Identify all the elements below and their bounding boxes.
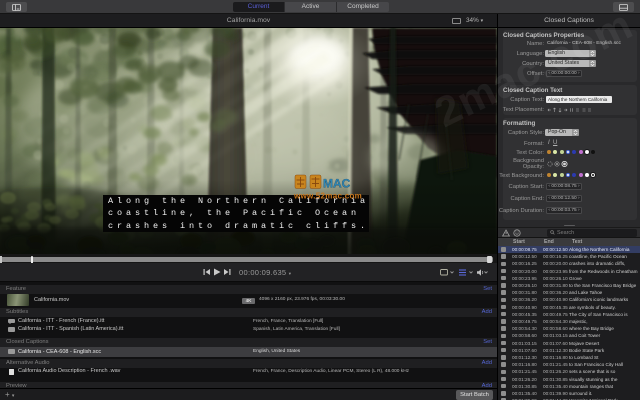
svg-text:www.52mac.com: www.52mac.com — [294, 192, 362, 201]
svg-text:MAC: MAC — [323, 177, 351, 191]
